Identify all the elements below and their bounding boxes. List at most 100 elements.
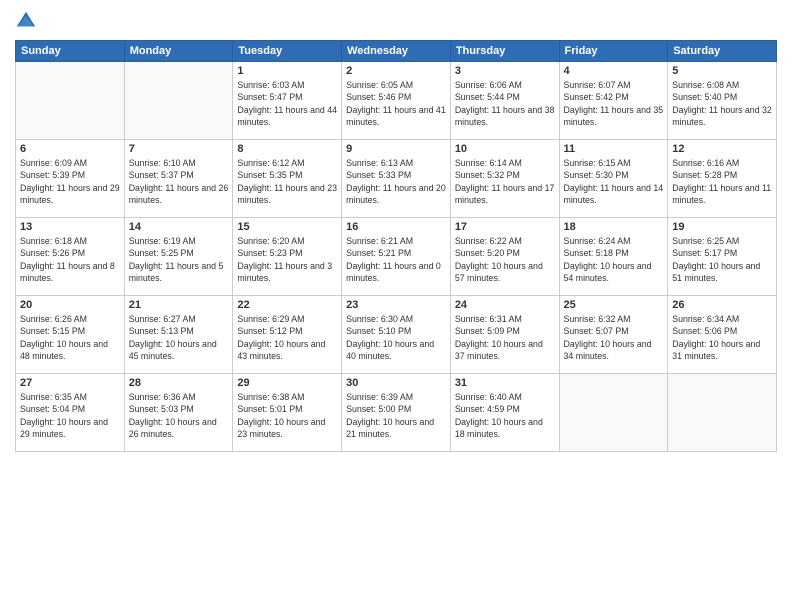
day-info: Sunrise: 6:32 AM Sunset: 5:07 PM Dayligh… [564,313,664,362]
calendar-cell [559,374,668,452]
weekday-header-friday: Friday [559,41,668,62]
calendar-cell: 17Sunrise: 6:22 AM Sunset: 5:20 PM Dayli… [450,218,559,296]
calendar-cell [124,62,233,140]
calendar-cell: 1 Sunrise: 6:03 AM Sunset: 5:47 PM Daylig… [233,62,342,140]
day-info: Sunrise: 6:38 AM Sunset: 5:01 PM Dayligh… [237,391,337,440]
day-info: Sunrise: 6:27 AM Sunset: 5:13 PM Dayligh… [129,313,229,362]
calendar-cell: 25 Sunrise: 6:32 AM Sunset: 5:07 PM Dayli… [559,296,668,374]
day-info: Sunrise: 6:22 AM Sunset: 5:20 PM Dayligh… [455,235,555,284]
calendar-cell: 24 Sunrise: 6:31 AM Sunset: 5:09 PM Dayli… [450,296,559,374]
calendar-cell: 9 Sunrise: 6:13 AM Sunset: 5:33 PM Daylig… [342,140,451,218]
day-info: Sunrise: 6:39 AM Sunset: 5:00 PM Dayligh… [346,391,446,440]
day-number: 15 [237,221,337,233]
calendar-cell: 14 Sunrise: 6:19 AM Sunset: 5:25 PM Dayli… [124,218,233,296]
day-info: Sunrise: 6:06 AM Sunset: 5:44 PM Dayligh… [455,79,555,128]
calendar: SundayMondayTuesdayWednesdayThursdayFrid… [15,40,777,452]
logo-icon [15,10,37,32]
calendar-cell: 16 Sunrise: 6:21 AM Sunset: 5:21 PM Dayli… [342,218,451,296]
calendar-cell: 7Sunrise: 6:10 AM Sunset: 5:37 PM Daylig… [124,140,233,218]
day-info: Sunrise: 6:21 AM Sunset: 5:21 PM Dayligh… [346,235,446,284]
calendar-cell: 26 Sunrise: 6:34 AM Sunset: 5:06 PM Dayli… [668,296,777,374]
day-info: Sunrise: 6:40 AM Sunset: 4:59 PM Dayligh… [455,391,555,440]
logo [15,10,41,32]
day-number: 27 [20,377,120,389]
calendar-cell: 15Sunrise: 6:20 AM Sunset: 5:23 PM Dayli… [233,218,342,296]
calendar-cell: 12 Sunrise: 6:16 AM Sunset: 5:28 PM Dayli… [668,140,777,218]
weekday-header-sunday: Sunday [16,41,125,62]
calendar-cell: 4 Sunrise: 6:07 AM Sunset: 5:42 PM Daylig… [559,62,668,140]
day-info: Sunrise: 6:03 AM Sunset: 5:47 PM Dayligh… [237,79,337,128]
weekday-header-wednesday: Wednesday [342,41,451,62]
day-info: Sunrise: 6:34 AM Sunset: 5:06 PM Dayligh… [672,313,772,362]
day-number: 2 [346,65,446,77]
weekday-header-saturday: Saturday [668,41,777,62]
day-number: 4 [564,65,664,77]
day-number: 19 [672,221,772,233]
weekday-header-thursday: Thursday [450,41,559,62]
calendar-cell: 29 Sunrise: 6:38 AM Sunset: 5:01 PM Dayli… [233,374,342,452]
day-info: Sunrise: 6:08 AM Sunset: 5:40 PM Dayligh… [672,79,772,128]
calendar-cell: 6 Sunrise: 6:09 AM Sunset: 5:39 PM Daylig… [16,140,125,218]
day-info: Sunrise: 6:30 AM Sunset: 5:10 PM Dayligh… [346,313,446,362]
calendar-cell: 8Sunrise: 6:12 AM Sunset: 5:35 PM Daylig… [233,140,342,218]
calendar-cell: 19 Sunrise: 6:25 AM Sunset: 5:17 PM Dayli… [668,218,777,296]
day-info: Sunrise: 6:24 AM Sunset: 5:18 PM Dayligh… [564,235,664,284]
day-info: Sunrise: 6:07 AM Sunset: 5:42 PM Dayligh… [564,79,664,128]
day-number: 29 [237,377,337,389]
week-row-2: 6 Sunrise: 6:09 AM Sunset: 5:39 PM Daylig… [16,140,777,218]
weekday-header-row: SundayMondayTuesdayWednesdayThursdayFrid… [16,41,777,62]
day-number: 22 [237,299,337,311]
day-number: 14 [129,221,229,233]
calendar-cell [668,374,777,452]
calendar-cell: 11 Sunrise: 6:15 AM Sunset: 5:30 PM Dayli… [559,140,668,218]
day-number: 23 [346,299,446,311]
day-number: 21 [129,299,229,311]
day-number: 12 [672,143,772,155]
calendar-cell [16,62,125,140]
day-number: 16 [346,221,446,233]
week-row-1: 1 Sunrise: 6:03 AM Sunset: 5:47 PM Daylig… [16,62,777,140]
day-info: Sunrise: 6:18 AM Sunset: 5:26 PM Dayligh… [20,235,120,284]
calendar-cell: 2 Sunrise: 6:05 AM Sunset: 5:46 PM Daylig… [342,62,451,140]
calendar-cell: 28 Sunrise: 6:36 AM Sunset: 5:03 PM Dayli… [124,374,233,452]
day-number: 7 [129,143,229,155]
calendar-cell: 30Sunrise: 6:39 AM Sunset: 5:00 PM Dayli… [342,374,451,452]
day-number: 5 [672,65,772,77]
day-number: 11 [564,143,664,155]
day-number: 25 [564,299,664,311]
week-row-5: 27 Sunrise: 6:35 AM Sunset: 5:04 PM Dayli… [16,374,777,452]
weekday-header-monday: Monday [124,41,233,62]
day-info: Sunrise: 6:35 AM Sunset: 5:04 PM Dayligh… [20,391,120,440]
day-info: Sunrise: 6:12 AM Sunset: 5:35 PM Dayligh… [237,157,337,206]
day-info: Sunrise: 6:13 AM Sunset: 5:33 PM Dayligh… [346,157,446,206]
day-info: Sunrise: 6:16 AM Sunset: 5:28 PM Dayligh… [672,157,772,206]
day-number: 9 [346,143,446,155]
day-number: 26 [672,299,772,311]
day-info: Sunrise: 6:15 AM Sunset: 5:30 PM Dayligh… [564,157,664,206]
day-info: Sunrise: 6:09 AM Sunset: 5:39 PM Dayligh… [20,157,120,206]
day-info: Sunrise: 6:14 AM Sunset: 5:32 PM Dayligh… [455,157,555,206]
day-info: Sunrise: 6:36 AM Sunset: 5:03 PM Dayligh… [129,391,229,440]
calendar-cell: 5 Sunrise: 6:08 AM Sunset: 5:40 PM Daylig… [668,62,777,140]
day-number: 20 [20,299,120,311]
weekday-header-tuesday: Tuesday [233,41,342,62]
header [15,10,777,32]
calendar-cell: 3 Sunrise: 6:06 AM Sunset: 5:44 PM Daylig… [450,62,559,140]
day-info: Sunrise: 6:25 AM Sunset: 5:17 PM Dayligh… [672,235,772,284]
calendar-cell: 18Sunrise: 6:24 AM Sunset: 5:18 PM Dayli… [559,218,668,296]
day-number: 28 [129,377,229,389]
day-number: 13 [20,221,120,233]
calendar-cell: 20 Sunrise: 6:26 AM Sunset: 5:15 PM Dayli… [16,296,125,374]
calendar-cell: 10Sunrise: 6:14 AM Sunset: 5:32 PM Dayli… [450,140,559,218]
day-info: Sunrise: 6:26 AM Sunset: 5:15 PM Dayligh… [20,313,120,362]
day-number: 3 [455,65,555,77]
day-info: Sunrise: 6:31 AM Sunset: 5:09 PM Dayligh… [455,313,555,362]
calendar-cell: 13 Sunrise: 6:18 AM Sunset: 5:26 PM Dayli… [16,218,125,296]
calendar-cell: 21 Sunrise: 6:27 AM Sunset: 5:13 PM Dayli… [124,296,233,374]
day-number: 6 [20,143,120,155]
week-row-3: 13 Sunrise: 6:18 AM Sunset: 5:26 PM Dayli… [16,218,777,296]
day-number: 1 [237,65,337,77]
day-info: Sunrise: 6:05 AM Sunset: 5:46 PM Dayligh… [346,79,446,128]
day-number: 24 [455,299,555,311]
day-info: Sunrise: 6:19 AM Sunset: 5:25 PM Dayligh… [129,235,229,284]
